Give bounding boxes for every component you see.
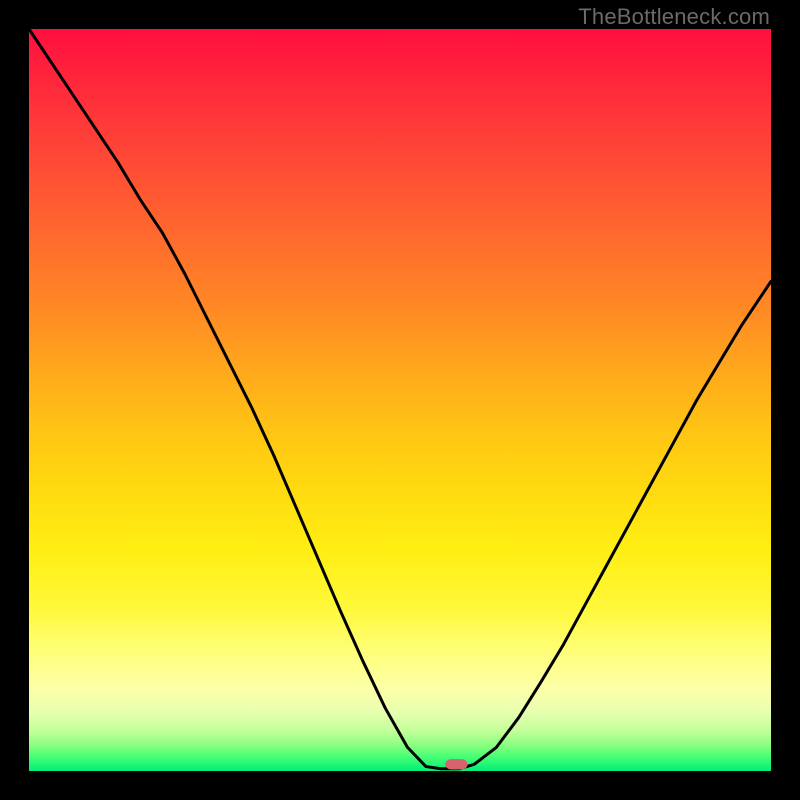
plot-area [29,29,771,771]
min-marker [445,759,467,769]
watermark-text: TheBottleneck.com [578,4,770,30]
bottleneck-curve [29,29,771,769]
chart-frame: TheBottleneck.com [0,0,800,800]
chart-svg [29,29,771,771]
